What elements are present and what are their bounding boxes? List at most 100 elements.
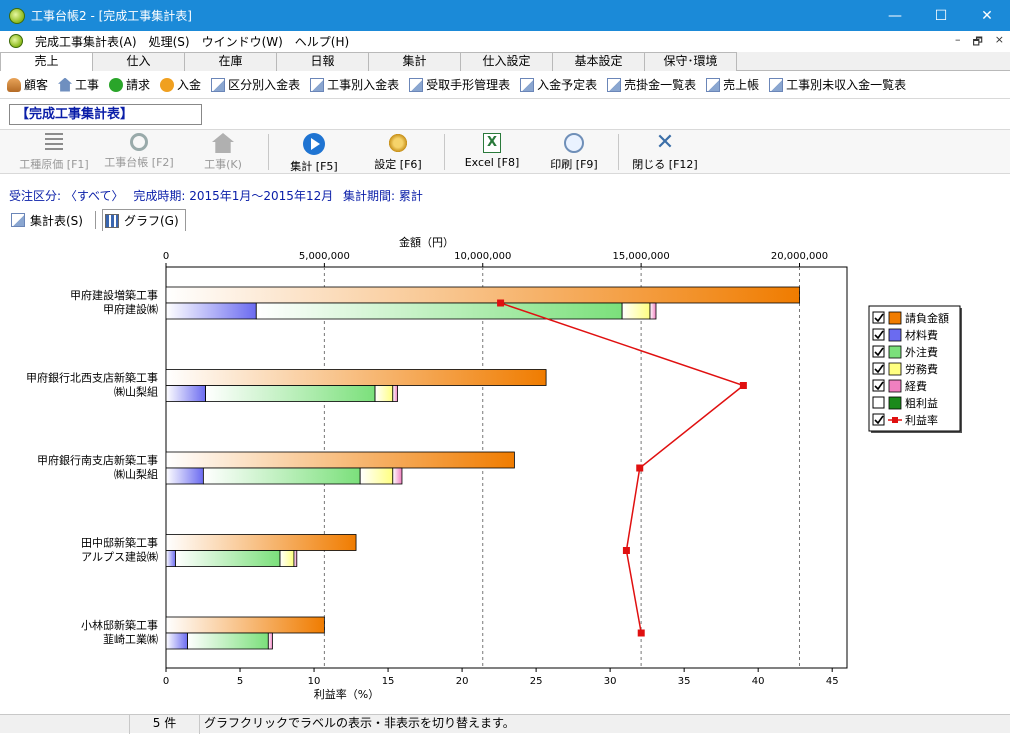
- shortcut-customer[interactable]: 顧客: [7, 76, 48, 93]
- toolbar-separator: [268, 134, 269, 170]
- contract-amount-bar: [165, 451, 515, 469]
- shortcut-construction[interactable]: 工事: [58, 76, 99, 93]
- tab-aggregate[interactable]: 集計: [368, 52, 461, 71]
- cost-bar-segment: [374, 385, 394, 402]
- cost-bar-segment: [205, 385, 376, 402]
- tab-graph[interactable]: グラフ(G): [101, 209, 186, 231]
- shortcut-payment-by-type[interactable]: 区分別入金表: [211, 76, 300, 93]
- tab-purchase-settings[interactable]: 仕入設定: [460, 52, 553, 71]
- legend-label: 材料費: [905, 328, 938, 342]
- cost-bar-segment: [392, 467, 403, 485]
- aggregate-button[interactable]: 集計 [F5]: [283, 133, 345, 173]
- project-label: 甲府銀行南支店新築工事: [37, 453, 158, 467]
- tab-summary-table[interactable]: 集計表(S): [9, 210, 89, 231]
- ledger-button[interactable]: 工事台帳 [F2]: [98, 133, 180, 173]
- close-window-button[interactable]: ✕: [964, 0, 1010, 31]
- menu-summary[interactable]: 完成工事集計表(A): [29, 33, 143, 50]
- shortcut-payment[interactable]: 入金: [160, 76, 201, 93]
- legend-label: 利益率: [905, 413, 938, 427]
- legend-swatch: [888, 379, 902, 393]
- tab-purchase[interactable]: 仕入: [92, 52, 185, 71]
- mdi-close-button[interactable]: ×: [995, 33, 1004, 52]
- profit-rate-point: [497, 299, 505, 307]
- bottom-axis-tick-label: 0: [163, 676, 169, 687]
- top-axis-title: 金額（円）: [399, 235, 454, 249]
- toolbar: 工種原価 [F1] 工事台帳 [F2] 工事(K) 集計 [F5] 設定 [F6…: [0, 129, 1010, 174]
- cost-by-type-button[interactable]: 工種原価 [F1]: [14, 133, 94, 173]
- menu-bar: 完成工事集計表(A) 処理(S) ウインドウ(W) ヘルプ(H) – 🗗 ×: [0, 31, 1010, 51]
- tab-daily-report[interactable]: 日報: [276, 52, 369, 71]
- filter-summary: 受注区分: 〈すべて〉 完成時期: 2015年1月〜2015年12月 集計期間:…: [9, 187, 429, 204]
- payment-icon: [160, 77, 175, 92]
- cost-bar-segment: [202, 467, 361, 485]
- project-label: 甲府銀行北西支店新築工事: [26, 371, 158, 385]
- profit-rate-point: [637, 629, 645, 637]
- order-type-filter: 受注区分: 〈すべて〉: [9, 189, 124, 203]
- contract-amount-bar: [165, 616, 325, 634]
- print-button[interactable]: 印刷 [F9]: [544, 133, 604, 173]
- chart-area[interactable]: 金額（円） 0 5,000,000 10,000,000 15,000,000 20,00…: [0, 232, 1010, 712]
- document-icon: [409, 77, 424, 92]
- contractor-label: 韮崎工業㈱: [103, 632, 158, 646]
- minimize-button[interactable]: —: [872, 0, 918, 31]
- legend-swatch: [888, 345, 902, 359]
- page-title: 【完成工事集計表】: [9, 104, 202, 125]
- profit-rate-point: [739, 382, 747, 389]
- shortcut-payment-schedule[interactable]: 入金予定表: [520, 76, 597, 93]
- record-count: 5 件: [130, 715, 200, 734]
- contract-amount-bar: [165, 286, 800, 304]
- menu-process[interactable]: 処理(S): [143, 33, 196, 50]
- cost-bar-segment: [165, 467, 204, 485]
- cost-bar-segment: [187, 632, 269, 650]
- construction-button[interactable]: 工事(K): [196, 133, 250, 173]
- cost-bar-segment: [165, 632, 188, 650]
- cost-bar-segment: [165, 550, 176, 567]
- maximize-button[interactable]: ☐: [918, 0, 964, 31]
- house-icon: [212, 133, 234, 153]
- menu-window[interactable]: ウインドウ(W): [196, 33, 289, 50]
- shortcut-invoice[interactable]: 請求: [109, 76, 150, 93]
- bottom-axis-tick-label: 5: [237, 676, 243, 687]
- shortcut-receivables-list[interactable]: 売掛金一覧表: [607, 76, 696, 93]
- bottom-axis-tick-label: 20: [456, 676, 469, 687]
- shortcut-notes-receivable[interactable]: 受取手形管理表: [409, 76, 510, 93]
- play-icon: [303, 133, 325, 155]
- menu-help[interactable]: ヘルプ(H): [289, 33, 355, 50]
- legend-swatch: [888, 362, 902, 376]
- shortcut-payment-by-project[interactable]: 工事別入金表: [310, 76, 399, 93]
- profit-rate-point: [636, 464, 644, 472]
- contractor-label: ㈱山梨組: [114, 467, 158, 481]
- cost-bar-segment: [649, 302, 657, 320]
- excel-button[interactable]: X Excel [F8]: [460, 133, 524, 173]
- cost-bar-segment: [267, 632, 273, 650]
- close-button[interactable]: ✕ 閉じる [F12]: [628, 130, 702, 173]
- contractor-label: ㈱山梨組: [114, 385, 158, 399]
- window-title: 工事台帳2 - [完成工事集計表]: [31, 9, 192, 23]
- cost-profit-chart[interactable]: 金額（円） 0 5,000,000 10,000,000 15,000,000 20,00…: [0, 232, 1010, 712]
- bottom-axis-tick-label: 40: [752, 676, 765, 687]
- shortcut-sales-book[interactable]: 売上帳: [706, 76, 759, 93]
- mdi-restore-button[interactable]: 🗗: [972, 33, 982, 52]
- contract-amount-bar: [165, 369, 547, 386]
- bottom-axis-tick-label: 35: [678, 676, 691, 687]
- tab-maintenance[interactable]: 保守･環境: [644, 52, 737, 71]
- mdi-minimize-button[interactable]: –: [955, 33, 961, 52]
- bar-chart-icon: [104, 213, 119, 228]
- settings-button[interactable]: 設定 [F6]: [366, 133, 430, 173]
- shortcut-unpaid-list[interactable]: 工事別未収入金一覧表: [769, 76, 906, 93]
- tab-basic-settings[interactable]: 基本設定: [552, 52, 645, 71]
- excel-icon: X: [483, 133, 501, 153]
- tab-sales[interactable]: 売上: [0, 52, 93, 72]
- legend-label: 外注費: [905, 345, 938, 359]
- close-icon: ✕: [655, 130, 675, 155]
- bottom-axis-tick-label: 45: [826, 676, 839, 687]
- legend-swatch-marker: [892, 417, 898, 423]
- construction-icon: [58, 77, 73, 92]
- top-axis-tick-label: 20,000,000: [771, 251, 828, 262]
- tab-inventory[interactable]: 在庫: [184, 52, 277, 71]
- cost-bar-segment: [165, 302, 257, 320]
- profit-rate-point: [622, 547, 630, 554]
- contractor-label: 甲府建設㈱: [103, 302, 158, 316]
- gear-icon: [387, 133, 409, 153]
- document-menu-icon[interactable]: [9, 34, 23, 48]
